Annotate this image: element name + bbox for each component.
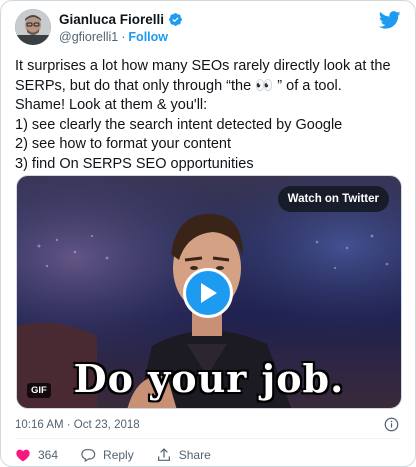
author-handle-row: @gfiorelli1 · Follow (59, 30, 168, 44)
tweet-text-line: 3) find On SERPS SEO opportunities (15, 155, 254, 172)
reply-button[interactable]: Reply (80, 447, 134, 463)
gif-media[interactable]: Watch on Twitter Do your job. GIF (16, 175, 402, 409)
tweet-text-line: Shame! Look at them & you'll: (15, 97, 208, 113)
author-name[interactable]: Gianluca Fiorelli (59, 12, 164, 27)
author-handle[interactable]: @gfiorelli1 (59, 30, 118, 44)
like-button[interactable]: 364 (15, 447, 58, 463)
share-button[interactable]: Share (156, 447, 211, 463)
tweet-text-line: It surprises a lot how many SEOs rarely … (15, 58, 391, 74)
avatar[interactable] (15, 9, 51, 45)
tweet-text-line: 2) see how to format your content (15, 136, 231, 152)
gif-badge: GIF (27, 383, 51, 398)
tweet-actions: 364 Reply Share (15, 447, 233, 463)
share-label: Share (178, 448, 211, 462)
avatar-photo (15, 9, 51, 45)
watch-on-twitter-button[interactable]: Watch on Twitter (277, 186, 389, 212)
tweet-text-line: SERPs, but do that only through “the 👀 ”… (15, 77, 342, 94)
play-button[interactable] (183, 268, 233, 318)
info-icon[interactable] (384, 417, 399, 432)
tweet-text: It surprises a lot how many SEOs rarely … (15, 57, 407, 174)
gif-caption: Do your job. (73, 356, 345, 401)
tweet-timestamp[interactable]: 10:16 AM · Oct 23, 2018 (15, 419, 140, 431)
separator-dot: · (121, 30, 126, 44)
reply-icon (81, 449, 96, 463)
reply-label: Reply (103, 448, 134, 462)
like-count: 364 (38, 448, 59, 462)
tweet-text-line: 1) see clearly the search intent detecte… (15, 116, 343, 133)
play-icon (201, 283, 217, 303)
divider (15, 438, 401, 439)
heart-icon (16, 449, 30, 462)
verified-badge-icon (169, 13, 182, 26)
author-name-row[interactable]: Gianluca Fiorelli (59, 12, 183, 27)
twitter-bird-icon[interactable] (379, 11, 401, 29)
share-icon (157, 448, 170, 461)
follow-button[interactable]: Follow (128, 30, 168, 44)
tweet-card: Gianluca Fiorelli @gfiorelli1 · Follow I… (0, 0, 416, 467)
